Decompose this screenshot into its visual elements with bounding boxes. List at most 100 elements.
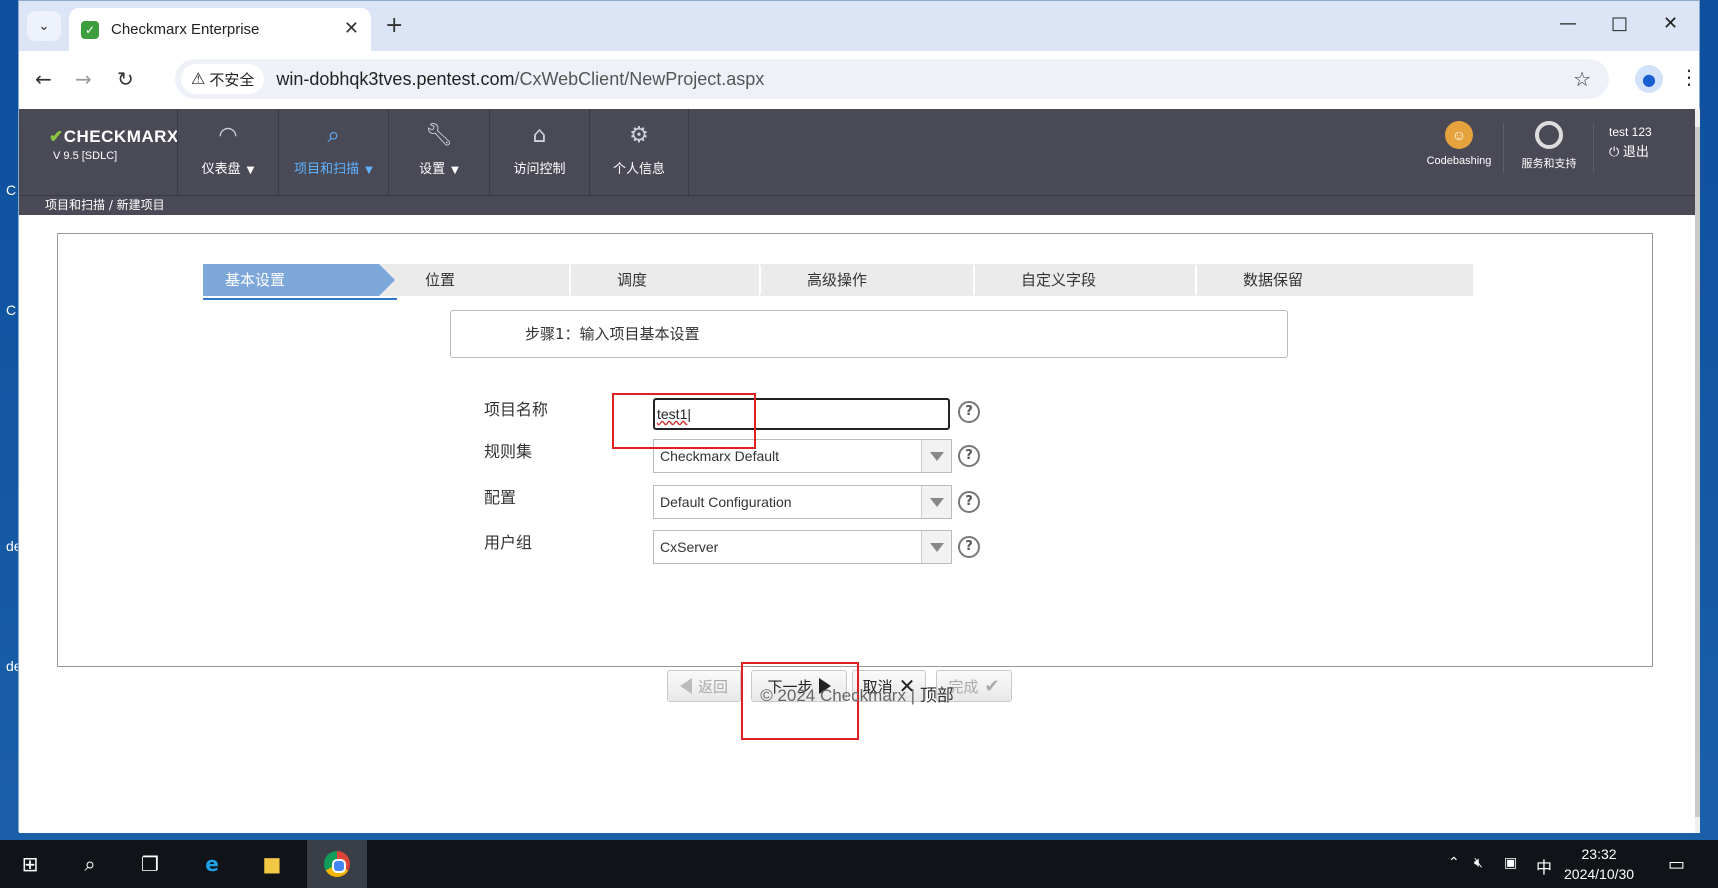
- step-location[interactable]: 位置: [379, 264, 587, 296]
- network-icon[interactable]: ▣: [1504, 854, 1517, 871]
- step-custom-fields[interactable]: 自定义字段: [973, 264, 1213, 296]
- menu-kebab-icon[interactable]: ⋮: [1679, 65, 1699, 89]
- help-icon[interactable]: ?: [958, 445, 980, 467]
- breadcrumb: 项目和扫描 / 新建项目: [19, 195, 1695, 215]
- clock-date: 2024/10/30: [1564, 866, 1635, 882]
- file-explorer-icon[interactable]: ■: [256, 848, 288, 880]
- nav-access-label: 访问控制: [513, 162, 566, 177]
- step-label: 数据保留: [1243, 271, 1304, 289]
- project-name-input[interactable]: test1|: [653, 398, 950, 430]
- lifebuoy-icon: [1535, 121, 1563, 149]
- volume-muted-icon[interactable]: 🔇︎: [1474, 854, 1483, 871]
- ime-indicator[interactable]: 中: [1536, 854, 1552, 878]
- checkmarx-favicon-icon: ✓: [81, 20, 99, 39]
- back-arrow-icon[interactable]: ←: [35, 67, 52, 91]
- close-window-icon[interactable]: ✕: [1663, 13, 1678, 34]
- back-to-top-link[interactable]: 顶部: [920, 686, 954, 705]
- bookmark-star-icon[interactable]: ☆: [1573, 67, 1591, 91]
- tab-close-icon[interactable]: ✕: [344, 18, 359, 39]
- url-text: win-dobhqk3tves.pentest.com/CxWebClient/…: [276, 69, 764, 90]
- chrome-icon[interactable]: [321, 848, 353, 880]
- scrollbar-thumb[interactable]: [1695, 127, 1700, 817]
- gauge-icon: ◠: [218, 123, 238, 148]
- wrench-icon: 🔧︎: [425, 123, 453, 148]
- dropdown-arrow-icon[interactable]: [921, 440, 951, 472]
- forward-arrow-icon[interactable]: →: [75, 67, 92, 91]
- user-gear-icon: ⚙: [629, 123, 649, 148]
- windows-taskbar: ⊞ ⌕ ❐ e ■ ⌃ 🔇︎ ▣ 中 23:32 2024/10/30 ▭: [0, 840, 1718, 888]
- tab-bar: ⌄ ✓ Checkmarx Enterprise ✕ + — □ ✕: [19, 1, 1699, 51]
- user-menu: test 123 ⏻ 退出: [1609, 125, 1652, 160]
- page-scrollbar[interactable]: [1695, 109, 1700, 833]
- divider: [1503, 123, 1504, 173]
- step-label: 自定义字段: [1021, 271, 1097, 289]
- wizard-steps: 基本设置 位置 调度 高级操作 自定义字段 数据保留: [203, 264, 1473, 296]
- codebashing-avatar-icon: ☺: [1445, 121, 1473, 149]
- project-name-label: 项目名称: [484, 400, 549, 419]
- help-icon[interactable]: ?: [958, 491, 980, 513]
- url-path: /CxWebClient/NewProject.aspx: [514, 68, 765, 89]
- logout-link[interactable]: ⏻ 退出: [1609, 141, 1652, 160]
- app-header: ✔CHECKMARX V 9.5 [SDLC] ◠ 仪表盘 ▼ ⌕ 项目和扫描 ▼ …: [19, 109, 1695, 195]
- dropdown-arrow-icon[interactable]: [921, 486, 951, 518]
- page-footer: © 2024 Checkmarx | 顶部: [19, 681, 1695, 706]
- project-name-value: test1: [657, 406, 688, 422]
- power-icon: ⏻: [1609, 144, 1620, 159]
- caret-down-icon: ▼: [365, 165, 373, 176]
- step-hint: 步骤1：输入项目基本设置: [450, 310, 1288, 358]
- dropdown-arrow-icon[interactable]: [921, 531, 951, 563]
- ruleset-value: Checkmarx Default: [660, 448, 780, 464]
- usergroup-label: 用户组: [484, 533, 533, 552]
- logo-check-icon: ✔: [49, 127, 64, 146]
- step-data-retention[interactable]: 数据保留: [1195, 264, 1473, 296]
- config-select[interactable]: Default Configuration: [653, 485, 952, 519]
- nav-dashboard-label: 仪表盘: [201, 162, 241, 177]
- step-basic-settings[interactable]: 基本设置: [203, 264, 395, 296]
- user-name: test 123: [1609, 125, 1652, 139]
- security-label: 不安全: [209, 71, 255, 89]
- logout-label: 退出: [1622, 144, 1649, 159]
- nav-projects-scans[interactable]: ⌕ 项目和扫描 ▼: [278, 109, 388, 195]
- help-icon[interactable]: ?: [958, 536, 980, 558]
- nav-settings[interactable]: 🔧︎ 设置 ▼: [388, 109, 489, 195]
- codebashing-link[interactable]: ☺ Codebashing: [1423, 121, 1495, 167]
- help-icon[interactable]: ?: [958, 401, 980, 423]
- search-icon[interactable]: ⌕: [74, 848, 106, 880]
- chevron-up-icon[interactable]: ⌃: [1448, 854, 1460, 871]
- ruleset-select[interactable]: Checkmarx Default: [653, 439, 952, 473]
- browser-tab[interactable]: ✓ Checkmarx Enterprise ✕: [69, 8, 371, 51]
- active-step-indicator: [203, 298, 397, 300]
- internet-explorer-icon[interactable]: e: [196, 848, 228, 880]
- access-control-icon: ⌂: [532, 123, 547, 148]
- system-clock[interactable]: 23:32 2024/10/30: [1564, 844, 1634, 884]
- profile-icon[interactable]: ●: [1635, 65, 1663, 93]
- support-link[interactable]: 服务和支持: [1509, 121, 1589, 171]
- chevron-down-icon: ⌄: [38, 18, 50, 34]
- step-advanced[interactable]: 高级操作: [759, 264, 991, 296]
- url-host: win-dobhqk3tves.pentest.com: [276, 68, 515, 89]
- tab-search-button[interactable]: ⌄: [27, 11, 61, 41]
- nav-access-control[interactable]: ⌂ 访问控制: [489, 109, 589, 195]
- ruleset-label: 规则集: [484, 442, 533, 461]
- windows-start-icon[interactable]: ⊞: [14, 848, 46, 880]
- usergroup-select[interactable]: CxServer: [653, 530, 952, 564]
- maximize-icon[interactable]: □: [1611, 13, 1628, 34]
- nav-dashboard[interactable]: ◠ 仪表盘 ▼: [177, 109, 278, 195]
- task-view-icon[interactable]: ❐: [134, 848, 166, 880]
- warning-icon: ⚠: [191, 71, 206, 88]
- security-chip[interactable]: ⚠ 不安全: [181, 64, 265, 94]
- caret-down-icon: ▼: [451, 165, 459, 176]
- reload-icon[interactable]: ↻: [117, 67, 134, 91]
- step-label: 高级操作: [807, 271, 868, 289]
- nav-settings-label: 设置: [419, 162, 446, 177]
- notification-icon[interactable]: ▭: [1668, 854, 1685, 875]
- new-tab-icon[interactable]: +: [385, 13, 403, 38]
- usergroup-value: CxServer: [660, 539, 719, 555]
- nav-personal-info[interactable]: ⚙ 个人信息: [589, 109, 689, 195]
- step-schedule[interactable]: 调度: [569, 264, 777, 296]
- divider: [1593, 123, 1594, 173]
- app-content: ✔CHECKMARX V 9.5 [SDLC] ◠ 仪表盘 ▼ ⌕ 项目和扫描 ▼ …: [19, 109, 1695, 833]
- checkmarx-logo[interactable]: ✔CHECKMARX V 9.5 [SDLC]: [49, 127, 179, 162]
- address-bar[interactable]: ⚠ 不安全 win-dobhqk3tves.pentest.com/CxWebC…: [175, 59, 1609, 99]
- minimize-icon[interactable]: —: [1559, 13, 1577, 34]
